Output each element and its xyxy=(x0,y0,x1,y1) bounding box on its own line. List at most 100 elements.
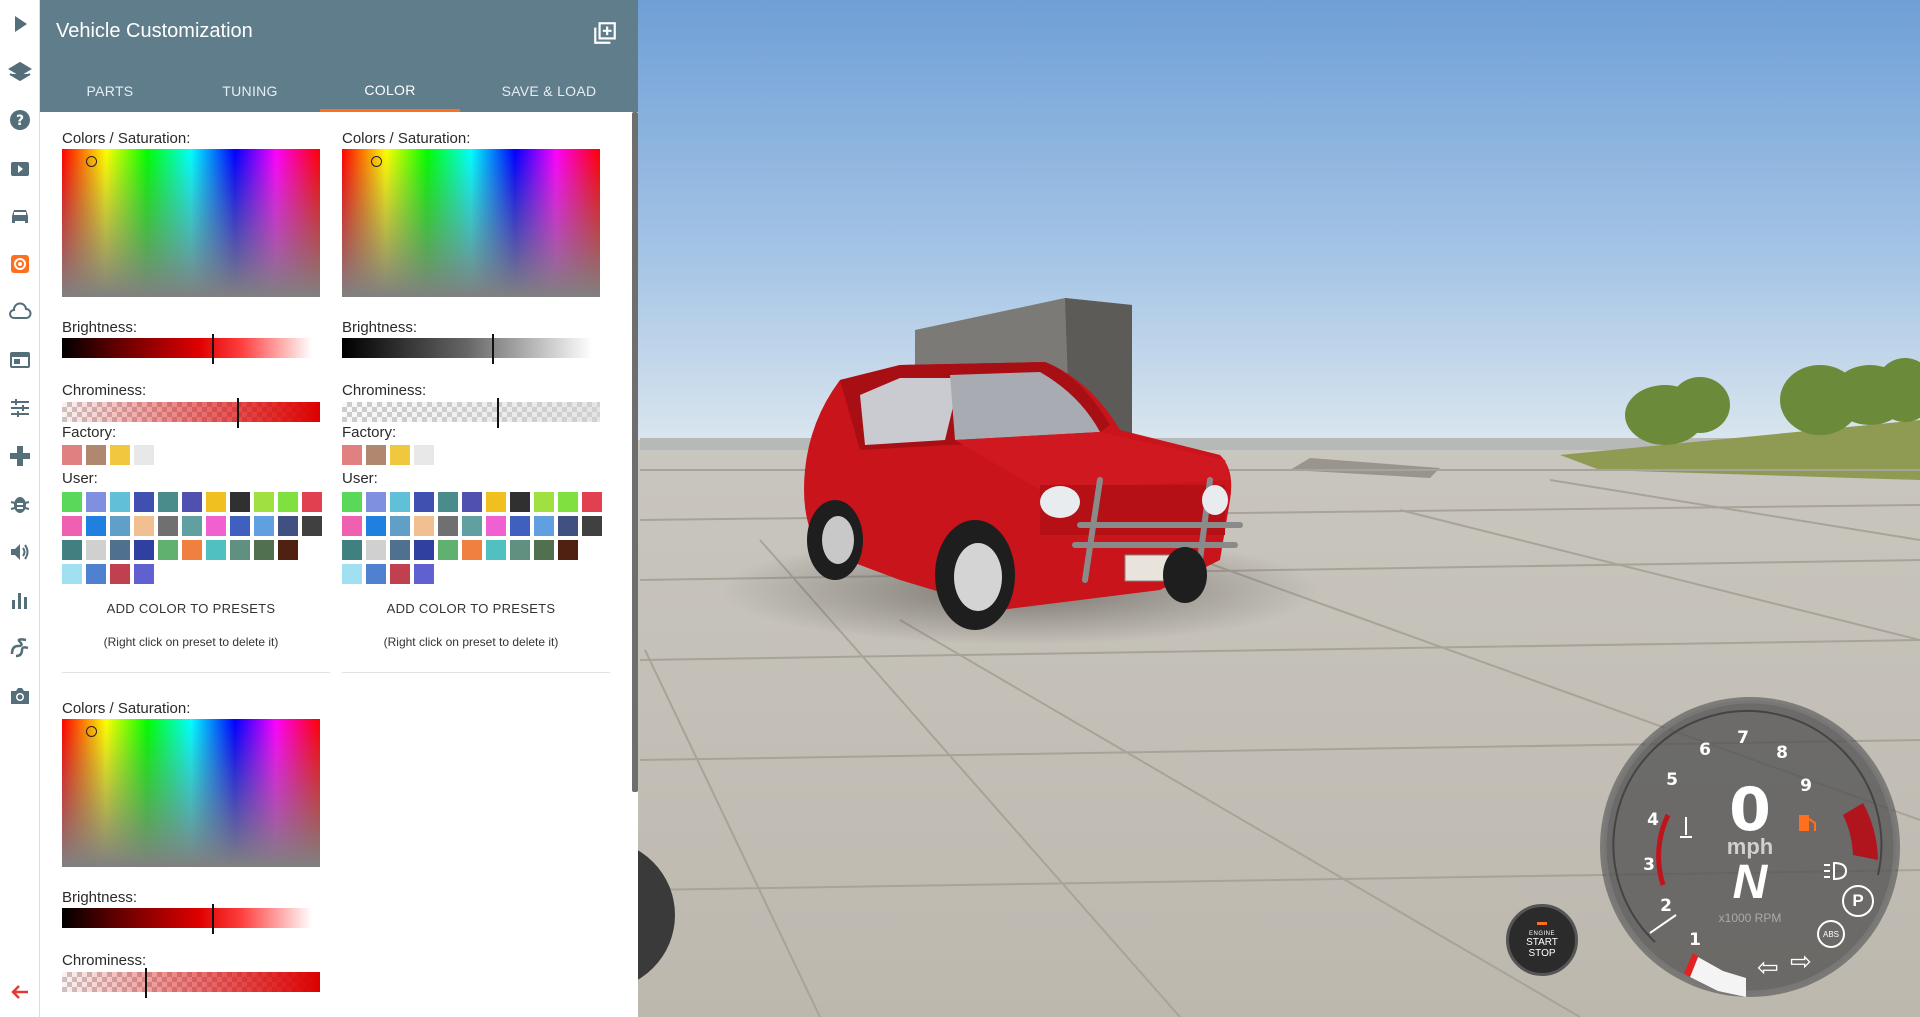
user-color-swatch[interactable] xyxy=(134,564,154,584)
user-color-swatch[interactable] xyxy=(390,540,410,560)
tab-save-load[interactable]: SAVE & LOAD xyxy=(460,70,638,112)
user-color-swatch[interactable] xyxy=(206,516,226,536)
user-color-swatch[interactable] xyxy=(342,540,362,560)
route-icon[interactable] xyxy=(0,628,40,668)
user-color-swatch[interactable] xyxy=(62,540,82,560)
brightness-handle[interactable] xyxy=(212,904,214,934)
back-arrow-icon[interactable] xyxy=(0,972,40,1012)
user-color-swatch[interactable] xyxy=(278,516,298,536)
video-icon[interactable] xyxy=(0,148,40,188)
user-color-swatch[interactable] xyxy=(582,492,602,512)
user-color-swatch[interactable] xyxy=(510,492,530,512)
panel-scrollbar[interactable] xyxy=(632,112,638,792)
parking-brake-indicator[interactable]: P xyxy=(1842,885,1874,917)
factory-color-swatch[interactable] xyxy=(390,445,410,465)
user-color-swatch[interactable] xyxy=(86,516,106,536)
user-color-swatch[interactable] xyxy=(534,540,554,560)
tab-tuning[interactable]: TUNING xyxy=(180,70,320,112)
factory-color-swatch[interactable] xyxy=(110,445,130,465)
sliders-icon[interactable] xyxy=(0,388,40,428)
saturation-knob[interactable] xyxy=(86,156,97,167)
user-color-swatch[interactable] xyxy=(134,492,154,512)
user-color-swatch[interactable] xyxy=(86,492,106,512)
camera-icon[interactable] xyxy=(0,676,40,716)
right-signal-icon[interactable]: ⇨ xyxy=(1790,946,1812,977)
volume-icon[interactable] xyxy=(0,532,40,572)
user-color-swatch[interactable] xyxy=(414,540,434,560)
user-color-swatch[interactable] xyxy=(414,492,434,512)
user-color-swatch[interactable] xyxy=(230,492,250,512)
add-color-to-presets-button[interactable]: ADD COLOR TO PRESETS xyxy=(62,601,320,616)
user-color-swatch[interactable] xyxy=(342,516,362,536)
user-color-swatch[interactable] xyxy=(390,492,410,512)
add-window-icon[interactable] xyxy=(592,20,618,46)
user-color-swatch[interactable] xyxy=(486,492,506,512)
gamepad-icon[interactable] xyxy=(0,436,40,476)
user-color-swatch[interactable] xyxy=(302,492,322,512)
user-color-swatch[interactable] xyxy=(158,492,178,512)
user-color-swatch[interactable] xyxy=(254,492,274,512)
user-color-swatch[interactable] xyxy=(486,516,506,536)
user-color-swatch[interactable] xyxy=(510,540,530,560)
factory-color-swatch[interactable] xyxy=(366,445,386,465)
user-color-swatch[interactable] xyxy=(534,516,554,536)
settings-icon[interactable] xyxy=(0,244,40,284)
tab-parts[interactable]: PARTS xyxy=(40,70,180,112)
user-color-swatch[interactable] xyxy=(158,516,178,536)
tab-color[interactable]: COLOR xyxy=(320,70,460,112)
user-color-swatch[interactable] xyxy=(86,540,106,560)
user-color-swatch[interactable] xyxy=(62,564,82,584)
user-color-swatch[interactable] xyxy=(110,540,130,560)
user-color-swatch[interactable] xyxy=(366,564,386,584)
stats-icon[interactable] xyxy=(0,580,40,620)
user-color-swatch[interactable] xyxy=(390,516,410,536)
user-color-swatch[interactable] xyxy=(110,492,130,512)
chrominess-handle[interactable] xyxy=(237,398,239,428)
user-color-swatch[interactable] xyxy=(278,492,298,512)
dashboard-icon[interactable] xyxy=(0,340,40,380)
saturation-field[interactable] xyxy=(62,149,320,297)
factory-color-swatch[interactable] xyxy=(62,445,82,465)
user-color-swatch[interactable] xyxy=(390,564,410,584)
chrominess-slider[interactable] xyxy=(342,398,600,428)
brightness-slider[interactable] xyxy=(62,334,312,364)
user-color-swatch[interactable] xyxy=(230,540,250,560)
cloud-icon[interactable] xyxy=(0,292,40,332)
user-color-swatch[interactable] xyxy=(366,540,386,560)
user-color-swatch[interactable] xyxy=(438,516,458,536)
abs-indicator[interactable]: ABS xyxy=(1817,920,1845,948)
user-color-swatch[interactable] xyxy=(254,516,274,536)
user-color-swatch[interactable] xyxy=(254,540,274,560)
user-color-swatch[interactable] xyxy=(206,540,226,560)
play-icon[interactable] xyxy=(0,4,40,44)
user-color-swatch[interactable] xyxy=(558,492,578,512)
user-color-swatch[interactable] xyxy=(302,516,322,536)
user-color-swatch[interactable] xyxy=(414,516,434,536)
user-color-swatch[interactable] xyxy=(62,492,82,512)
user-color-swatch[interactable] xyxy=(182,516,202,536)
factory-color-swatch[interactable] xyxy=(414,445,434,465)
car-icon[interactable] xyxy=(0,196,40,236)
user-color-swatch[interactable] xyxy=(462,540,482,560)
chrominess-handle[interactable] xyxy=(497,398,499,428)
user-color-swatch[interactable] xyxy=(134,516,154,536)
user-color-swatch[interactable] xyxy=(438,540,458,560)
user-color-swatch[interactable] xyxy=(558,540,578,560)
user-color-swatch[interactable] xyxy=(182,492,202,512)
user-color-swatch[interactable] xyxy=(414,564,434,584)
layers-icon[interactable] xyxy=(0,52,40,92)
user-color-swatch[interactable] xyxy=(110,564,130,584)
user-color-swatch[interactable] xyxy=(278,540,298,560)
left-signal-icon[interactable]: ⇦ xyxy=(1757,952,1779,983)
user-color-swatch[interactable] xyxy=(486,540,506,560)
user-color-swatch[interactable] xyxy=(134,540,154,560)
user-color-swatch[interactable] xyxy=(158,540,178,560)
chrominess-slider[interactable] xyxy=(62,398,320,428)
brightness-slider[interactable] xyxy=(62,904,312,934)
help-icon[interactable]: ? xyxy=(0,100,40,140)
user-color-swatch[interactable] xyxy=(110,516,130,536)
user-color-swatch[interactable] xyxy=(462,492,482,512)
user-color-swatch[interactable] xyxy=(582,516,602,536)
user-color-swatch[interactable] xyxy=(182,540,202,560)
user-color-swatch[interactable] xyxy=(206,492,226,512)
